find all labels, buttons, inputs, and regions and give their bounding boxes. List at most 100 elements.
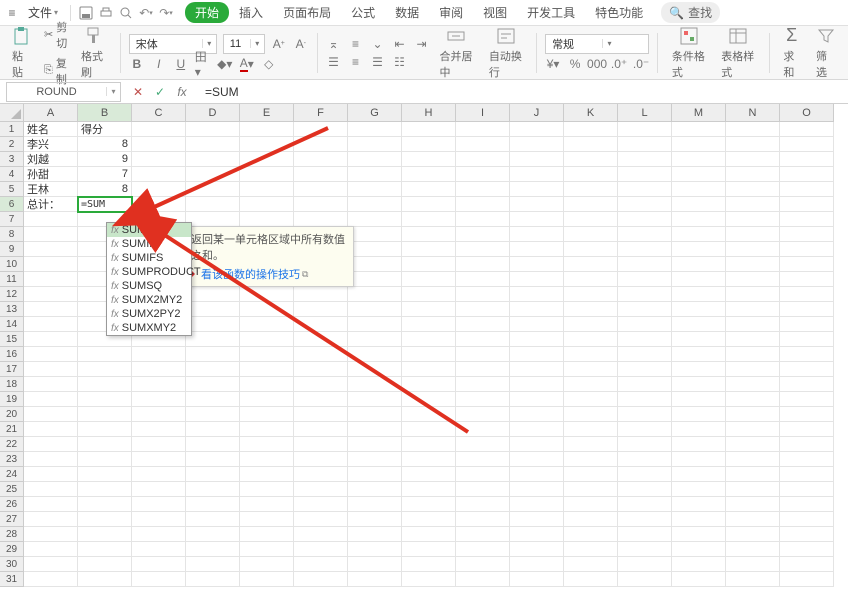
cell[interactable] bbox=[510, 377, 564, 392]
cell[interactable] bbox=[726, 527, 780, 542]
row-header[interactable]: 20 bbox=[0, 407, 24, 422]
undo-icon[interactable]: ↶▾ bbox=[137, 4, 155, 22]
cell[interactable] bbox=[618, 167, 672, 182]
distribute-icon[interactable]: ☷ bbox=[392, 54, 408, 70]
cell[interactable] bbox=[24, 362, 78, 377]
cell[interactable] bbox=[348, 317, 402, 332]
cell[interactable] bbox=[132, 467, 186, 482]
cell[interactable] bbox=[726, 452, 780, 467]
cell[interactable] bbox=[510, 197, 564, 212]
cell[interactable] bbox=[672, 362, 726, 377]
cell[interactable] bbox=[294, 452, 348, 467]
cell[interactable] bbox=[564, 287, 618, 302]
cell[interactable] bbox=[294, 482, 348, 497]
cell[interactable] bbox=[672, 137, 726, 152]
cell[interactable] bbox=[186, 137, 240, 152]
comma-icon[interactable]: 000 bbox=[589, 56, 605, 72]
cell[interactable] bbox=[132, 482, 186, 497]
cell[interactable] bbox=[78, 482, 132, 497]
cell[interactable] bbox=[672, 422, 726, 437]
cell[interactable] bbox=[510, 407, 564, 422]
col-header[interactable]: E bbox=[240, 104, 294, 122]
cell[interactable] bbox=[564, 347, 618, 362]
cell[interactable] bbox=[456, 482, 510, 497]
align-center-icon[interactable]: ≡ bbox=[348, 54, 364, 70]
cell[interactable] bbox=[240, 362, 294, 377]
align-right-icon[interactable]: ☰ bbox=[370, 54, 386, 70]
cell[interactable] bbox=[402, 542, 456, 557]
font-color-icon[interactable]: A▾ bbox=[239, 56, 255, 72]
cell[interactable] bbox=[564, 452, 618, 467]
formula-input[interactable]: =SUM bbox=[199, 85, 848, 99]
cell[interactable] bbox=[24, 542, 78, 557]
cell[interactable] bbox=[672, 392, 726, 407]
cell[interactable] bbox=[132, 362, 186, 377]
cell[interactable] bbox=[564, 302, 618, 317]
cell[interactable] bbox=[618, 497, 672, 512]
cell[interactable] bbox=[348, 182, 402, 197]
cell[interactable] bbox=[186, 167, 240, 182]
cell[interactable] bbox=[564, 527, 618, 542]
cell[interactable]: 得分 bbox=[78, 122, 132, 137]
cell[interactable] bbox=[510, 557, 564, 572]
cell[interactable] bbox=[132, 557, 186, 572]
cell[interactable] bbox=[402, 182, 456, 197]
cell[interactable] bbox=[402, 497, 456, 512]
cell[interactable] bbox=[132, 527, 186, 542]
cell[interactable] bbox=[780, 287, 834, 302]
autocomplete-item[interactable]: fxSUMSQ bbox=[107, 279, 191, 293]
col-header[interactable]: G bbox=[348, 104, 402, 122]
cell[interactable] bbox=[456, 572, 510, 587]
cell[interactable] bbox=[294, 497, 348, 512]
tab-view[interactable]: 视图 bbox=[473, 0, 517, 25]
cell[interactable] bbox=[294, 212, 348, 227]
cell[interactable] bbox=[78, 527, 132, 542]
cell[interactable] bbox=[618, 302, 672, 317]
cell[interactable] bbox=[456, 347, 510, 362]
cell[interactable] bbox=[564, 467, 618, 482]
cell[interactable] bbox=[780, 452, 834, 467]
cell[interactable] bbox=[456, 122, 510, 137]
cell[interactable] bbox=[186, 212, 240, 227]
cell[interactable] bbox=[348, 272, 402, 287]
cell[interactable] bbox=[240, 467, 294, 482]
cell[interactable] bbox=[402, 377, 456, 392]
cell[interactable]: 王林 bbox=[24, 182, 78, 197]
cell[interactable] bbox=[132, 137, 186, 152]
cell[interactable] bbox=[564, 572, 618, 587]
cell[interactable] bbox=[348, 347, 402, 362]
increase-font-icon[interactable]: A+ bbox=[271, 36, 287, 52]
cell[interactable] bbox=[186, 152, 240, 167]
cell[interactable] bbox=[456, 497, 510, 512]
cell[interactable] bbox=[132, 512, 186, 527]
print-icon[interactable] bbox=[97, 4, 115, 22]
cell[interactable] bbox=[402, 392, 456, 407]
align-top-icon[interactable]: ⌅ bbox=[326, 36, 342, 52]
cell[interactable] bbox=[186, 347, 240, 362]
row-header[interactable]: 19 bbox=[0, 392, 24, 407]
align-bottom-icon[interactable]: ⌄ bbox=[370, 36, 386, 52]
cell[interactable] bbox=[186, 512, 240, 527]
cell[interactable] bbox=[294, 167, 348, 182]
cell[interactable] bbox=[186, 527, 240, 542]
cell[interactable] bbox=[726, 302, 780, 317]
cell[interactable] bbox=[564, 407, 618, 422]
cell[interactable] bbox=[780, 377, 834, 392]
cell[interactable] bbox=[780, 197, 834, 212]
cond-format-button[interactable]: 条件格式 bbox=[666, 24, 711, 82]
cell[interactable] bbox=[780, 392, 834, 407]
cell[interactable] bbox=[402, 197, 456, 212]
cell[interactable] bbox=[726, 542, 780, 557]
cell[interactable] bbox=[618, 287, 672, 302]
cell[interactable] bbox=[456, 167, 510, 182]
cell[interactable] bbox=[618, 392, 672, 407]
cell[interactable] bbox=[294, 287, 348, 302]
preview-icon[interactable] bbox=[117, 4, 135, 22]
number-format-combo[interactable]: 常规▾ bbox=[545, 34, 649, 54]
cell[interactable] bbox=[564, 557, 618, 572]
cell[interactable] bbox=[672, 167, 726, 182]
cell[interactable] bbox=[672, 317, 726, 332]
cell[interactable] bbox=[780, 362, 834, 377]
fx-icon[interactable]: fx bbox=[175, 85, 189, 99]
cell[interactable] bbox=[24, 572, 78, 587]
